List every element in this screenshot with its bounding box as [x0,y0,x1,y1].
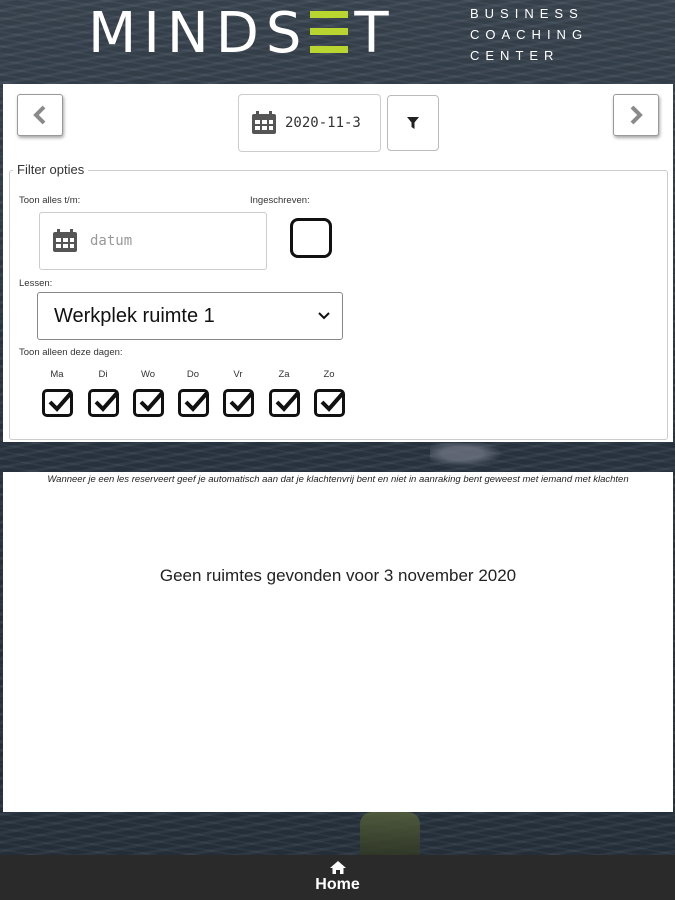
day-checkbox-zo[interactable] [313,389,345,417]
filter-options-legend: Filter opties [13,162,89,177]
day-label: Wo [140,369,156,380]
check-icon [48,391,73,412]
bottom-nav-home[interactable]: Home [0,855,675,900]
registered-checkbox[interactable] [290,218,332,258]
header: MINDS T BUSINESS COACHING CENTER [0,0,675,84]
day-filter-ma: Ma [37,369,77,417]
day-checkbox-ma[interactable] [41,389,73,417]
day-filter-vr: Vr [218,369,258,417]
check-icon [275,391,300,412]
day-filter-za: Za [264,369,304,417]
filter-icon [407,117,419,129]
registered-label: Ingeschreven: [250,195,310,206]
logo-subtitle-line: BUSINESS [470,6,584,21]
home-icon [329,861,346,874]
check-icon [229,391,254,412]
day-label: Do [186,369,200,380]
reservation-notice: Wanneer je een les reserveert geef je au… [47,474,629,485]
day-label: Ma [50,369,64,380]
day-filter-wo: Wo [128,369,168,417]
date-placeholder: datum [90,233,133,249]
chevron-right-icon [630,105,643,125]
day-label: Zo [323,369,335,380]
chevron-down-icon [318,312,330,320]
day-checkbox-vr[interactable] [222,389,254,417]
check-icon [184,391,209,412]
day-label: Za [278,369,290,380]
previous-day-button[interactable] [17,94,63,136]
check-icon [320,391,345,412]
day-checkbox-do[interactable] [177,389,209,417]
day-checkbox-za[interactable] [268,389,300,417]
logo-e-mark [310,9,349,55]
days-label: Toon alleen deze dagen: [19,347,123,358]
show-until-label: Toon alles t/m: [19,195,81,206]
logo-subtitle: BUSINESS COACHING CENTER [470,3,588,66]
calendar-icon [252,111,276,134]
results-panel: Wanneer je een les reserveert geef je au… [3,472,673,812]
background-rower [430,443,510,469]
show-until-date-input[interactable]: datum [39,212,267,270]
background-boat [360,812,420,857]
day-label: Di [98,369,108,380]
logo-subtitle-line: CENTER [470,48,560,63]
logo[interactable]: MINDS T [88,4,389,64]
day-filter-do: Do [173,369,213,417]
logo-text-left: MINDS [88,1,309,66]
empty-results-message: Geen ruimtes gevonden voor 3 november 20… [159,566,517,585]
logo-subtitle-line: COACHING [470,27,589,42]
next-day-button[interactable] [613,94,659,136]
day-checkbox-wo[interactable] [132,389,164,417]
filter-toggle-button[interactable] [387,95,439,151]
day-filter-zo: Zo [309,369,349,417]
lessons-selected-value: Werkplek ruimte 1 [54,304,215,327]
date-value: 2020-11-3 [285,115,361,131]
calendar-icon [53,229,77,252]
check-icon [94,391,119,412]
filter-panel: 2020-11-3 Filter opties Toon alles t/m: … [3,84,673,442]
home-label: Home [315,876,360,893]
lessons-label: Lessen: [19,278,53,289]
chevron-left-icon [33,105,46,125]
day-filter-di: Di [83,369,123,417]
logo-text-right: T [354,1,389,66]
lessons-select[interactable]: Werkplek ruimte 1 [37,292,343,340]
date-picker[interactable]: 2020-11-3 [238,94,381,152]
day-label: Vr [233,369,243,380]
day-checkbox-di[interactable] [87,389,119,417]
check-icon [139,391,164,412]
